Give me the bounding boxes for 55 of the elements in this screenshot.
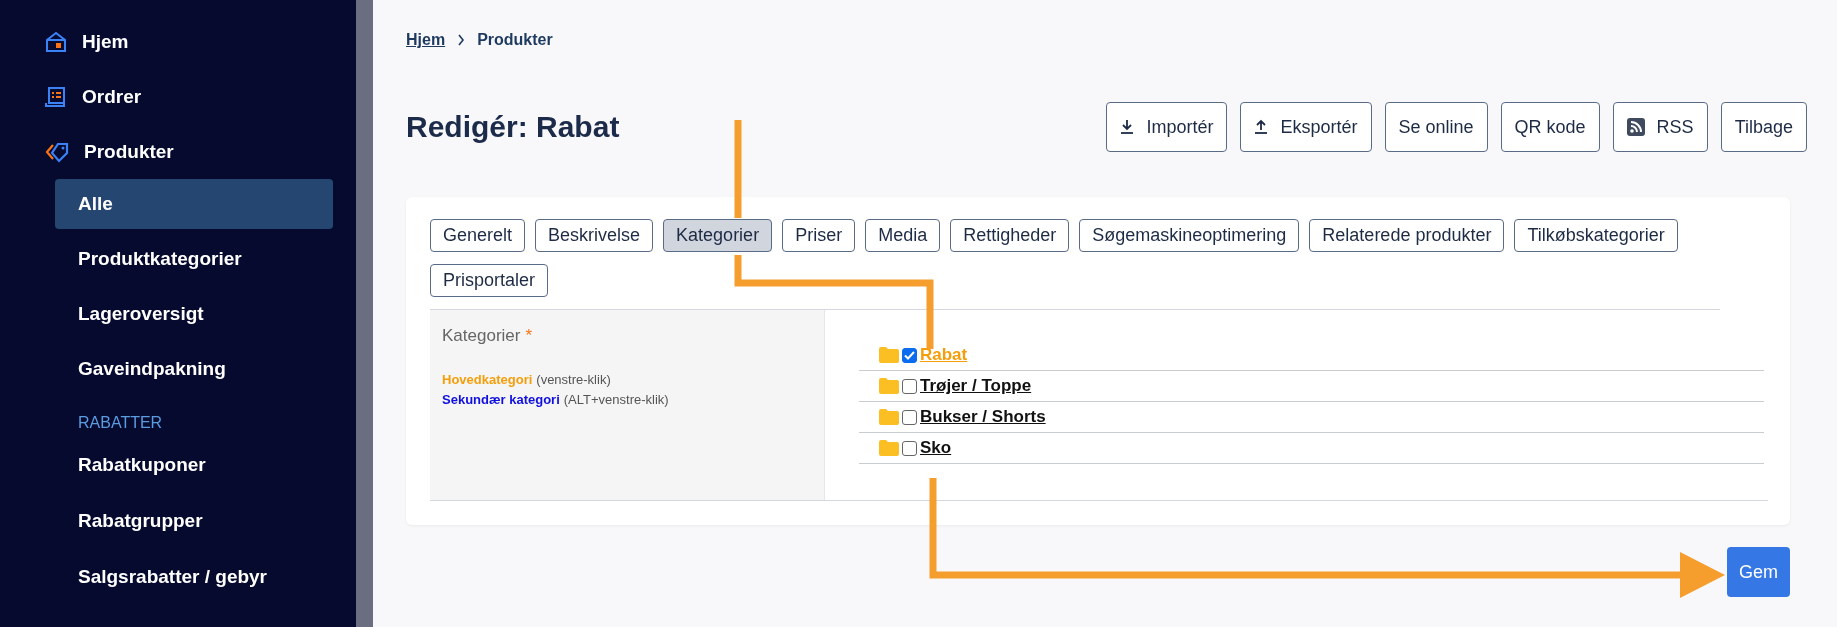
tab[interactable]: Søgemaskineoptimering xyxy=(1079,219,1300,252)
folder-icon xyxy=(879,440,899,456)
section-heading: RABATTER xyxy=(77,414,164,432)
sidebar-item[interactable]: Alle xyxy=(55,179,333,229)
receipt-icon xyxy=(44,84,68,109)
chevron-right-icon xyxy=(457,34,466,46)
legend-hint: (ALT+venstre-klik) xyxy=(563,391,669,409)
checkbox[interactable] xyxy=(902,378,917,394)
house-icon xyxy=(44,29,68,54)
action-button[interactable]: QR kode xyxy=(1500,102,1600,152)
tab[interactable]: Media xyxy=(865,219,941,252)
action-button[interactable]: Eksportér xyxy=(1240,102,1372,152)
upload-icon xyxy=(1254,119,1269,135)
tab[interactable]: Prisportaler xyxy=(430,264,549,297)
category-link[interactable]: Trøjer / Toppe xyxy=(920,376,1032,396)
save-button[interactable]: Gem xyxy=(1727,547,1790,597)
sidebar-item[interactable]: Rabatkuponer xyxy=(55,440,333,490)
action-button[interactable]: Tilbage xyxy=(1720,102,1807,152)
action-button[interactable]: Se online xyxy=(1384,102,1488,152)
tab[interactable]: Kategorier xyxy=(663,219,773,252)
folder-icon xyxy=(879,347,899,363)
tab[interactable]: Generelt xyxy=(430,219,526,252)
folder-icon xyxy=(879,378,899,394)
legend-term: Sekundær kategori xyxy=(442,391,560,409)
category-link[interactable]: Bukser / Shorts xyxy=(920,407,1046,427)
folder-icon xyxy=(879,409,899,425)
sidebar-item[interactable]: Salgsrabatter / gebyr xyxy=(55,552,333,602)
sidebar-item[interactable]: Rabatgrupper xyxy=(55,496,333,546)
tab[interactable]: Tilkøbskategorier xyxy=(1514,219,1678,252)
sidebar-item[interactable]: Lageroversigt xyxy=(55,289,333,339)
sidebar-item[interactable]: Gaveindpakning xyxy=(55,344,333,394)
category-link[interactable]: Sko xyxy=(920,438,952,458)
tab[interactable]: Beskrivelse xyxy=(535,219,654,252)
checkmark-icon xyxy=(904,350,915,360)
tab[interactable]: Relaterede produkter xyxy=(1309,219,1505,252)
sidebar-item[interactable]: Produktkategorier xyxy=(55,234,333,284)
checkbox[interactable] xyxy=(902,347,917,363)
sidebar-item[interactable]: Produkter xyxy=(0,124,356,179)
legend-hint: (venstre-klik) xyxy=(536,371,611,389)
action-button[interactable]: Importér xyxy=(1106,102,1228,152)
tab[interactable]: Priser xyxy=(782,219,856,252)
rss-icon xyxy=(1626,118,1645,136)
required-mark: * xyxy=(525,326,533,346)
breadcrumb-current: Produkter xyxy=(477,31,553,49)
field-label: Kategorier xyxy=(442,326,521,346)
checkbox[interactable] xyxy=(902,440,917,456)
sidebar-item[interactable]: Ordrer xyxy=(0,69,356,124)
breadcrumb-link[interactable]: Hjem xyxy=(406,31,446,49)
tab[interactable]: Rettigheder xyxy=(950,219,1070,252)
checkbox[interactable] xyxy=(902,409,917,425)
sidebar-item[interactable]: Hjem xyxy=(0,14,356,69)
action-button[interactable]: RSS xyxy=(1612,102,1708,152)
legend-term: Hovedkategori xyxy=(442,371,533,389)
download-icon xyxy=(1120,119,1135,135)
page-title: Redigér: Rabat xyxy=(406,110,620,144)
